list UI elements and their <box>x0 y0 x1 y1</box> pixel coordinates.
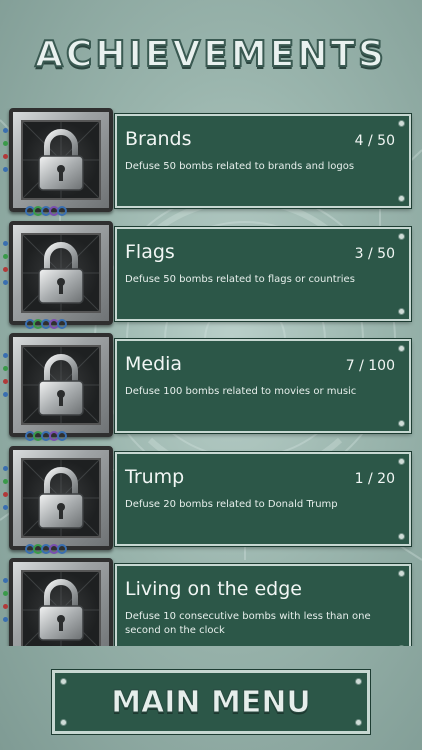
achievement-row[interactable]: Media 7 / 100 Defuse 100 bombs related t… <box>0 333 422 445</box>
lock-background <box>21 345 101 425</box>
padlock-icon <box>23 122 99 198</box>
rivet-icon <box>398 457 405 465</box>
achievement-name: Brands <box>125 128 192 150</box>
padlock-icon <box>23 234 99 311</box>
wire-coil-icon <box>25 206 67 216</box>
padlock-icon <box>23 347 99 423</box>
achievement-description: Defuse 100 bombs related to movies or mu… <box>125 386 357 397</box>
rivet-icon <box>398 195 405 202</box>
achievement-row[interactable]: Trump 1 / 20 Defuse 20 bombs related to … <box>0 445 422 558</box>
achievement-lock-frame <box>9 108 113 212</box>
rivet-icon <box>398 420 405 427</box>
achievement-name: Trump <box>125 465 185 488</box>
achievement-lock-frame <box>9 445 113 550</box>
wire-connectors <box>3 345 11 435</box>
rivet-icon <box>60 678 67 685</box>
wire-connectors <box>3 233 11 323</box>
lock-background <box>21 232 101 313</box>
rivet-icon <box>60 719 67 726</box>
lock-background <box>21 457 101 538</box>
rivet-icon <box>398 232 405 240</box>
achievement-panel: Living on the edge Defuse 10 consecutive… <box>115 564 411 646</box>
rivet-icon <box>398 307 405 315</box>
achievement-progress: 1 / 20 <box>354 470 395 487</box>
rivet-icon <box>398 645 405 646</box>
main-menu-label: MAIN MENU <box>111 685 312 721</box>
achievement-progress: 7 / 100 <box>345 358 395 374</box>
wire-coil-icon <box>25 543 67 554</box>
achievement-row[interactable]: Flags 3 / 50 Defuse 50 bombs related to … <box>0 220 422 333</box>
wire-coil-icon <box>25 318 67 329</box>
achievement-panel: Trump 1 / 20 Defuse 20 bombs related to … <box>115 451 411 546</box>
achievement-description: Defuse 50 bombs related to flags or coun… <box>125 273 355 285</box>
achievement-description: Defuse 10 consecutive bombs with less th… <box>125 611 371 636</box>
wire-coil-icon <box>25 431 67 441</box>
rivet-icon <box>398 532 405 540</box>
achievement-panel: Media 7 / 100 Defuse 100 bombs related t… <box>115 339 411 433</box>
achievement-progress: 3 / 50 <box>354 245 395 262</box>
achievements-list[interactable]: Brands 4 / 50 Defuse 50 bombs related to… <box>0 108 422 646</box>
rivet-icon <box>355 719 362 726</box>
achievement-description: Defuse 20 bombs related to Donald Trump <box>125 498 338 510</box>
achievement-lock-frame <box>9 220 113 325</box>
lock-background <box>21 570 101 646</box>
achievement-name: Living on the edge <box>125 578 302 600</box>
padlock-icon <box>23 572 99 646</box>
lock-background <box>21 120 101 200</box>
main-menu-button[interactable]: MAIN MENU <box>52 670 370 734</box>
wire-connectors <box>3 120 11 210</box>
achievement-name: Flags <box>125 240 175 263</box>
rivet-icon <box>398 345 405 352</box>
achievement-panel: Flags 3 / 50 Defuse 50 bombs related to … <box>115 226 411 321</box>
achievement-lock-frame <box>9 558 113 646</box>
rivet-icon <box>398 570 405 577</box>
achievement-row[interactable]: Brands 4 / 50 Defuse 50 bombs related to… <box>0 108 422 220</box>
achievement-description: Defuse 50 bombs related to brands and lo… <box>125 161 355 172</box>
padlock-icon <box>23 459 99 536</box>
achievement-progress: 4 / 50 <box>354 133 395 149</box>
rivet-icon <box>398 120 405 127</box>
achievement-lock-frame <box>9 333 113 437</box>
wire-connectors <box>3 570 11 646</box>
wire-connectors <box>3 458 11 548</box>
screen-title: ACHIEVEMENTS <box>34 33 387 76</box>
achievement-name: Media <box>125 353 183 375</box>
achievement-row[interactable]: Living on the edge Defuse 10 consecutive… <box>0 558 422 646</box>
achievement-panel: Brands 4 / 50 Defuse 50 bombs related to… <box>115 114 411 208</box>
rivet-icon <box>355 678 362 685</box>
